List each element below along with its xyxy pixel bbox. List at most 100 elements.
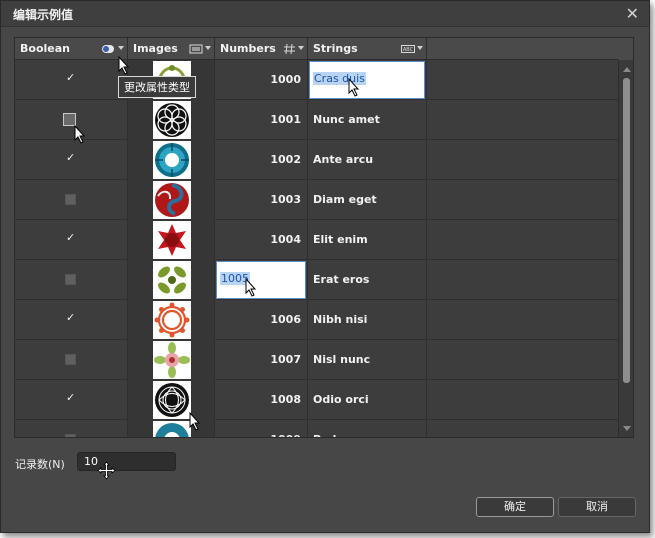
column-header-numbers[interactable]: Numbers bbox=[215, 38, 308, 60]
boolean-cell[interactable] bbox=[15, 100, 128, 140]
scroll-up-icon[interactable] bbox=[623, 67, 631, 72]
table-row[interactable]: 1000 Cras duis bbox=[15, 60, 619, 100]
string-value: Nibh nisi bbox=[313, 313, 368, 326]
string-value: Nisl nunc bbox=[313, 353, 371, 366]
column-label: Images bbox=[133, 42, 178, 55]
scroll-down-icon[interactable] bbox=[623, 426, 631, 431]
image-cell[interactable] bbox=[128, 340, 215, 380]
change-property-type-tooltip: 更改属性类型 bbox=[118, 76, 196, 98]
header-corner bbox=[618, 38, 633, 60]
number-value: 1007 bbox=[270, 353, 301, 366]
toggle-icon[interactable] bbox=[101, 44, 115, 54]
row-checkbox[interactable] bbox=[65, 231, 76, 245]
image-cell[interactable] bbox=[128, 140, 215, 180]
hash-icon[interactable] bbox=[283, 43, 297, 55]
number-cell[interactable]: 1002 bbox=[215, 140, 308, 180]
empty-cell bbox=[427, 340, 619, 380]
string-cell[interactable]: Erat eros bbox=[308, 260, 427, 300]
image-cell[interactable] bbox=[128, 220, 215, 260]
image-icon[interactable] bbox=[189, 44, 203, 54]
table-row[interactable]: 1003 Diam eget bbox=[15, 180, 619, 220]
table-row[interactable]: 1008 Odio orci bbox=[15, 380, 619, 420]
number-cell[interactable]: 1007 bbox=[215, 340, 308, 380]
scrollbar-thumb[interactable] bbox=[623, 78, 630, 383]
table-row[interactable]: 1007 Nisl nunc bbox=[15, 340, 619, 380]
boolean-cell[interactable] bbox=[15, 420, 128, 437]
number-cell[interactable]: 1000 bbox=[215, 60, 308, 100]
row-checkbox[interactable] bbox=[65, 354, 76, 365]
image-cell[interactable] bbox=[128, 180, 215, 220]
string-cell[interactable]: Nisl nunc bbox=[308, 340, 427, 380]
column-header-images[interactable]: Images bbox=[128, 38, 215, 60]
ok-button[interactable]: 确定 bbox=[476, 497, 554, 517]
number-cell[interactable]: 1004 bbox=[215, 220, 308, 260]
boolean-cell[interactable] bbox=[15, 380, 128, 420]
chevron-down-icon[interactable] bbox=[298, 46, 304, 50]
string-cell[interactable]: Pede quam bbox=[308, 420, 427, 437]
image-cell[interactable] bbox=[128, 100, 215, 140]
number-value: 1008 bbox=[270, 393, 301, 406]
boolean-cell[interactable] bbox=[15, 220, 128, 260]
table-row[interactable]: 1005 Erat eros bbox=[15, 260, 619, 300]
table-row[interactable]: 1006 Nibh nisi bbox=[15, 300, 619, 340]
boolean-cell[interactable] bbox=[15, 180, 128, 220]
empty-cell bbox=[427, 380, 619, 420]
string-cell[interactable]: Odio orci bbox=[308, 380, 427, 420]
row-checkbox[interactable] bbox=[65, 274, 76, 285]
number-value: 1003 bbox=[270, 193, 301, 206]
row-checkbox[interactable] bbox=[65, 151, 76, 165]
table-row[interactable]: 1009 Pede quam bbox=[15, 420, 619, 437]
cancel-button[interactable]: 取消 bbox=[558, 497, 636, 517]
boolean-cell[interactable] bbox=[15, 340, 128, 380]
teal-ring-thumbnail bbox=[153, 141, 191, 179]
vertical-scrollbar[interactable] bbox=[618, 60, 633, 437]
chevron-down-icon[interactable] bbox=[417, 46, 423, 50]
row-checkbox[interactable] bbox=[65, 391, 76, 405]
image-cell[interactable] bbox=[128, 300, 215, 340]
boolean-cell[interactable] bbox=[15, 300, 128, 340]
black-ring-thumbnail bbox=[153, 381, 191, 419]
number-cell[interactable]: 1005 bbox=[215, 260, 308, 300]
row-checkbox[interactable] bbox=[65, 71, 76, 85]
row-checkbox[interactable] bbox=[65, 434, 76, 437]
title-bar: 编辑示例值 ✕ bbox=[1, 1, 649, 27]
record-count-input[interactable]: 10 bbox=[77, 452, 176, 471]
empty-cell bbox=[427, 260, 619, 300]
column-header-strings[interactable]: Strings ABC bbox=[308, 38, 427, 60]
chevron-down-icon[interactable] bbox=[118, 46, 124, 50]
number-cell[interactable]: 1003 bbox=[215, 180, 308, 220]
close-icon[interactable]: ✕ bbox=[626, 4, 639, 23]
row-checkbox[interactable] bbox=[65, 311, 76, 325]
image-cell[interactable] bbox=[128, 260, 215, 300]
table-row[interactable]: 1001 Nunc amet bbox=[15, 100, 619, 140]
abc-icon[interactable]: ABC bbox=[401, 44, 415, 54]
image-cell[interactable] bbox=[128, 420, 215, 437]
string-cell[interactable]: Elit enim bbox=[308, 220, 427, 260]
number-edit-box[interactable]: 1005 bbox=[216, 261, 306, 299]
boolean-cell[interactable] bbox=[15, 260, 128, 300]
row-checkbox[interactable] bbox=[65, 194, 76, 205]
column-label: Strings bbox=[313, 42, 358, 55]
table-row[interactable]: 1004 Elit enim bbox=[15, 220, 619, 260]
table-row[interactable]: 1002 Ante arcu bbox=[15, 140, 619, 180]
boolean-cell[interactable] bbox=[15, 140, 128, 180]
column-label: Boolean bbox=[20, 42, 70, 55]
number-cell[interactable]: 1009 bbox=[215, 420, 308, 437]
string-cell[interactable]: Cras duis bbox=[308, 60, 427, 100]
boolean-cell[interactable] bbox=[15, 60, 128, 100]
empty-cell bbox=[427, 100, 619, 140]
string-edit-box[interactable]: Cras duis bbox=[309, 61, 425, 99]
string-cell[interactable]: Ante arcu bbox=[308, 140, 427, 180]
number-cell[interactable]: 1008 bbox=[215, 380, 308, 420]
string-cell[interactable]: Diam eget bbox=[308, 180, 427, 220]
chevron-down-icon[interactable] bbox=[205, 46, 211, 50]
mouse-pointer-icon bbox=[118, 56, 130, 75]
number-cell[interactable]: 1001 bbox=[215, 100, 308, 140]
black-lattice-thumbnail bbox=[153, 101, 191, 139]
image-cell[interactable] bbox=[128, 380, 215, 420]
string-value: Ante arcu bbox=[313, 153, 374, 166]
number-cell[interactable]: 1006 bbox=[215, 300, 308, 340]
string-cell[interactable]: Nibh nisi bbox=[308, 300, 427, 340]
column-header-boolean[interactable]: Boolean bbox=[15, 38, 128, 60]
string-cell[interactable]: Nunc amet bbox=[308, 100, 427, 140]
